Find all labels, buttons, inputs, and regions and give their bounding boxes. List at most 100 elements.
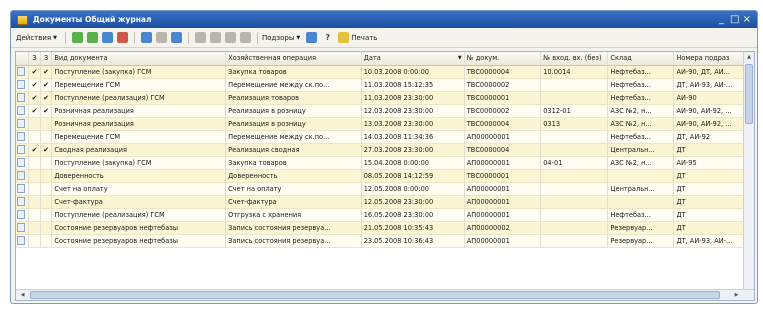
col-header-warehouse[interactable]: Склад — [607, 52, 675, 66]
scroll-left-icon[interactable]: ◀ — [17, 290, 28, 300]
accounted-mark[interactable] — [40, 234, 53, 247]
accounted-mark[interactable] — [40, 130, 53, 143]
refresh-icon[interactable] — [210, 32, 221, 43]
doc-icon-cell[interactable] — [16, 91, 30, 104]
doc-kind-cell[interactable]: Розничная реализация — [51, 104, 227, 117]
date-cell[interactable]: 14.03.2008 11:34:36 — [361, 130, 465, 143]
warehouse-cell[interactable]: Нефтебаз... — [607, 78, 675, 91]
scroll-right-icon[interactable]: ▶ — [731, 290, 742, 300]
details-cell[interactable]: ДТ — [673, 221, 744, 234]
date-cell[interactable]: 21.05.2008 10:35:43 — [361, 221, 465, 234]
accounted-mark[interactable]: ✔ — [40, 104, 53, 117]
minimize-button[interactable]: _ — [719, 14, 724, 25]
posted-mark[interactable] — [28, 130, 41, 143]
number-cell[interactable]: АП00000001 — [464, 234, 542, 247]
posted-mark[interactable] — [28, 182, 41, 195]
find-icon[interactable] — [195, 32, 206, 43]
incoming-number-cell[interactable] — [540, 130, 609, 143]
operation-cell[interactable]: Запись состояния резервуа... — [225, 221, 362, 234]
number-cell[interactable]: ТВС0000001 — [464, 91, 542, 104]
doc-icon-cell[interactable] — [16, 104, 30, 117]
details-cell[interactable]: АИ-90, АИ-92, ... — [673, 104, 744, 117]
operation-cell[interactable]: Закупка товаров — [225, 65, 362, 78]
settings-icon[interactable] — [240, 32, 251, 43]
number-cell[interactable]: АП00000001 — [464, 130, 542, 143]
operation-cell[interactable]: Реализация в розницу — [225, 104, 362, 117]
post-icon[interactable] — [171, 32, 182, 43]
incoming-number-cell[interactable] — [540, 208, 609, 221]
table-row[interactable]: ✔ ✔ Поступление (закупка) ГСМ Закупка товар… — [16, 65, 744, 78]
warehouse-cell[interactable]: Центральн... — [607, 182, 675, 195]
number-cell[interactable]: АП00000002 — [464, 221, 542, 234]
operation-cell[interactable]: Перемещение между ск.по... — [225, 130, 362, 143]
doc-kind-cell[interactable]: Поступление (закупка) ГСМ — [51, 65, 227, 78]
operation-cell[interactable]: Перемещение между ск.по... — [225, 78, 362, 91]
warehouse-cell[interactable]: Резервуар... — [607, 234, 675, 247]
incoming-number-cell[interactable] — [540, 234, 609, 247]
copy-icon[interactable] — [87, 32, 98, 43]
posted-mark[interactable]: ✔ — [28, 78, 41, 91]
number-cell[interactable]: АП00000001 — [464, 182, 542, 195]
doc-kind-cell[interactable]: Состояние резервуаров нефтебазы — [51, 234, 227, 247]
table-row[interactable]: Состояние резервуаров нефтебазы Запись со… — [16, 234, 744, 247]
details-cell[interactable]: АИ-95 — [673, 156, 744, 169]
incoming-number-cell[interactable] — [540, 221, 609, 234]
period-icon[interactable] — [141, 32, 152, 43]
date-cell[interactable]: 12.05.2008 0:00:00 — [361, 182, 465, 195]
number-cell[interactable]: ТВС0000001 — [464, 169, 542, 182]
accounted-mark[interactable] — [40, 156, 53, 169]
doc-icon-cell[interactable] — [16, 65, 30, 78]
details-cell[interactable]: АИ-90, АИ-92, ... — [673, 117, 744, 130]
date-cell[interactable]: 11.03.2008 23:30:00 — [361, 91, 465, 104]
warehouse-cell[interactable]: Нефтебаз... — [607, 65, 675, 78]
table-row[interactable]: Счет на оплату Счет на оплату 12.05.2008 0… — [16, 182, 744, 195]
posted-mark[interactable] — [28, 117, 41, 130]
details-cell[interactable]: ДТ — [673, 143, 744, 156]
table-row[interactable]: Перемещение ГСМ Перемещение между ск.по..… — [16, 130, 744, 143]
details-cell[interactable]: АИ-90 — [673, 91, 744, 104]
accounted-mark[interactable] — [40, 221, 53, 234]
table-row[interactable]: Счет-фактура Счет-фактура 12.05.2008 23:30… — [16, 195, 744, 208]
incoming-number-cell[interactable]: 04-01 — [540, 156, 609, 169]
doc-kind-cell[interactable]: Поступление (реализация) ГСМ — [51, 91, 227, 104]
warehouse-cell[interactable] — [607, 195, 675, 208]
accounted-mark[interactable]: ✔ — [40, 91, 53, 104]
details-cell[interactable]: ДТ — [673, 169, 744, 182]
table-row[interactable]: ✔ ✔ Поступление (реализация) ГСМ Реализация… — [16, 91, 744, 104]
doc-icon-cell[interactable] — [16, 156, 30, 169]
accounted-mark[interactable] — [40, 195, 53, 208]
doc-icon-cell[interactable] — [16, 130, 30, 143]
date-cell[interactable]: 10.03.2008 0:00:00 — [361, 65, 465, 78]
table-row[interactable]: ✔ ✔ Перемещение ГСМ Перемещение между ск.по… — [16, 78, 744, 91]
doc-kind-cell[interactable]: Сводная реализация — [51, 143, 227, 156]
horizontal-scrollbar[interactable]: ◀ ▶ — [16, 289, 754, 300]
add-icon[interactable] — [72, 32, 83, 43]
date-cell[interactable]: 13.03.2008 23:30:00 — [361, 117, 465, 130]
delete-icon[interactable] — [117, 32, 128, 43]
operation-cell[interactable]: Отгрузка с хранения — [225, 208, 362, 221]
doc-kind-cell[interactable]: Перемещение ГСМ — [51, 130, 227, 143]
col-header-details[interactable]: Номера подраз — [673, 52, 744, 66]
number-cell[interactable]: ТВС0000002 — [464, 104, 542, 117]
table-row[interactable]: ✔ ✔ Сводная реализация Реализация сводная 27… — [16, 143, 744, 156]
date-cell[interactable]: 15.04.2008 0:00:00 — [361, 156, 465, 169]
col-header-posted[interactable]: 3 — [28, 52, 41, 66]
posted-mark[interactable]: ✔ — [28, 65, 41, 78]
scroll-up-icon[interactable]: ▲ — [744, 52, 754, 62]
details-cell[interactable]: ДТ — [673, 182, 744, 195]
incoming-number-cell[interactable] — [540, 78, 609, 91]
print-icon[interactable] — [338, 32, 350, 43]
doc-icon-cell[interactable] — [16, 195, 30, 208]
doc-icon-cell[interactable] — [16, 208, 30, 221]
details-cell[interactable]: ДТ, АИ-93, АИ-... — [673, 234, 744, 247]
accounted-mark[interactable] — [40, 117, 53, 130]
vertical-scroll-thumb[interactable] — [745, 64, 753, 124]
col-header-icon[interactable] — [16, 52, 30, 66]
warehouse-cell[interactable]: Нефтебаз... — [607, 91, 675, 104]
doc-icon-cell[interactable] — [16, 182, 30, 195]
number-cell[interactable]: ТВС0000004 — [464, 143, 542, 156]
doc-kind-cell[interactable]: Счет на оплату — [51, 182, 227, 195]
doc-kind-cell[interactable]: Перемещение ГСМ — [51, 78, 227, 91]
date-cell[interactable]: 12.05.2008 23:30:00 — [361, 195, 465, 208]
number-cell[interactable]: АП00000001 — [464, 208, 542, 221]
